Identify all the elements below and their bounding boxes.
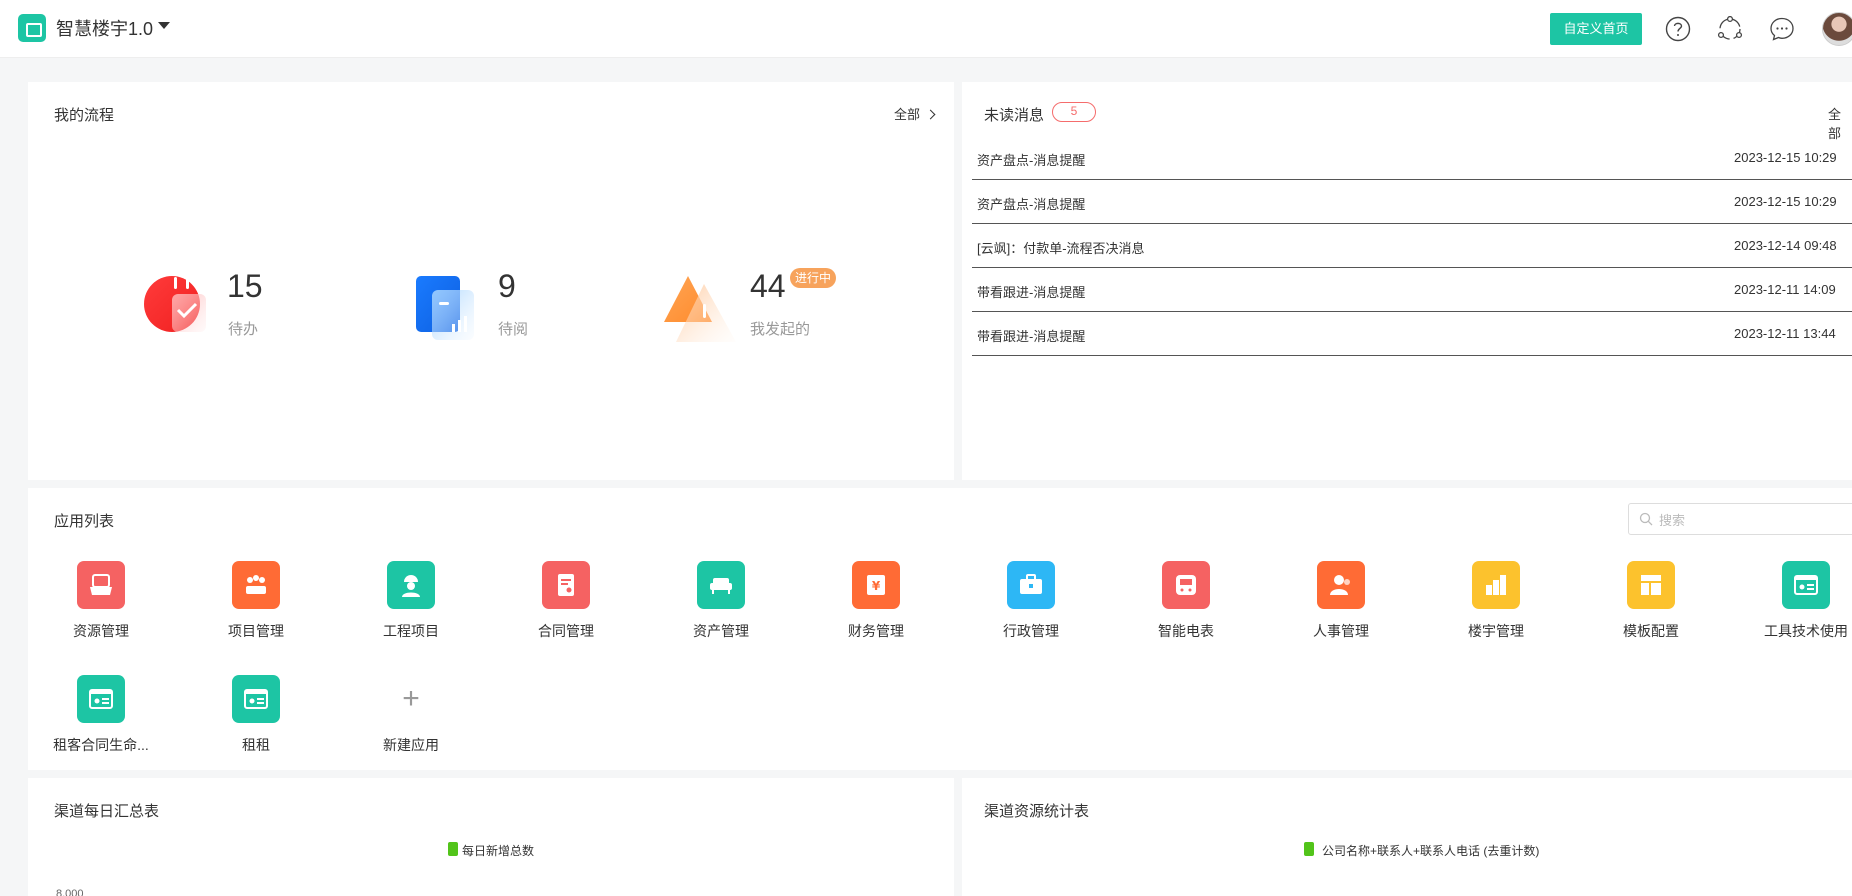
people-icon xyxy=(1317,561,1365,609)
todo-calendar-icon[interactable] xyxy=(144,274,210,340)
app-label: 租租 xyxy=(242,737,270,753)
user-avatar[interactable] xyxy=(1822,12,1852,46)
chevron-right-icon xyxy=(925,109,936,120)
search-icon xyxy=(1639,512,1653,526)
project-icon xyxy=(232,561,280,609)
chat-icon[interactable] xyxy=(1769,16,1795,42)
unread-count-badge: 5 xyxy=(1052,102,1096,122)
message-row[interactable]: [云飒]：付款单-流程否决消息 2023-12-14 09:48 xyxy=(972,224,1852,268)
channel-daily-chart-card: 渠道每日汇总表 xyxy=(28,778,954,896)
app-finance[interactable]: ¥ 财务管理 xyxy=(811,561,941,661)
legend-label[interactable]: 公司名称+联系人+联系人电话 (去重计数) xyxy=(1322,842,1539,859)
y-axis-tick: 8,000 xyxy=(56,888,84,896)
message-time: 2023-12-15 10:29 xyxy=(1734,194,1837,209)
app-label: 资源管理 xyxy=(73,623,129,639)
search-field[interactable] xyxy=(1659,510,1839,530)
app-hr[interactable]: 人事管理 xyxy=(1276,561,1406,661)
legend-swatch xyxy=(448,842,458,856)
app-asset[interactable]: 资产管理 xyxy=(656,561,786,661)
briefcase-icon xyxy=(1007,561,1055,609)
app-tools[interactable]: 工具技术使用 xyxy=(1741,561,1852,661)
initiated-triangle-icon[interactable] xyxy=(662,274,738,344)
message-time: 2023-12-15 10:29 xyxy=(1734,150,1837,165)
help-icon[interactable] xyxy=(1665,16,1691,42)
app-label: 财务管理 xyxy=(848,623,904,639)
app-label: 人事管理 xyxy=(1313,623,1369,639)
app-label: 租客合同生命... xyxy=(53,737,149,753)
process-title: 我的流程 xyxy=(54,107,115,124)
app-project[interactable]: 项目管理 xyxy=(191,561,321,661)
chart-title: 渠道每日汇总表 xyxy=(54,803,160,820)
app-admin[interactable]: 行政管理 xyxy=(966,561,1096,661)
card-icon xyxy=(1782,561,1830,609)
app-label: 合同管理 xyxy=(538,623,594,639)
app-zuzu[interactable]: 租租 xyxy=(191,675,321,775)
message-time: 2023-12-14 09:48 xyxy=(1734,238,1837,253)
app-label: 楼宇管理 xyxy=(1468,623,1524,639)
read-label[interactable]: 待阅 xyxy=(498,318,528,339)
app-building[interactable]: 楼宇管理 xyxy=(1431,561,1561,661)
todo-count: 15 xyxy=(227,268,263,304)
app-label: 新建应用 xyxy=(383,737,439,753)
message-title: 资产盘点-消息提醒 xyxy=(977,197,1086,212)
app-label: 模板配置 xyxy=(1623,623,1679,639)
engineer-icon xyxy=(387,561,435,609)
message-row[interactable]: 资产盘点-消息提醒 2023-12-15 10:29 xyxy=(972,180,1852,224)
initiated-count: 44 xyxy=(750,268,786,304)
initiated-label[interactable]: 我发起的 xyxy=(750,318,810,339)
app-smart-meter[interactable]: 智能电表 xyxy=(1121,561,1251,661)
process-all-link[interactable]: 全部 xyxy=(894,104,936,123)
app-label: 资产管理 xyxy=(693,623,749,639)
building-icon xyxy=(1472,561,1520,609)
message-title: 带看跟进-消息提醒 xyxy=(977,329,1086,344)
legend-label[interactable]: 每日新增总数 xyxy=(462,842,534,859)
messages-title: 未读消息 xyxy=(984,107,1045,124)
meter-icon xyxy=(1162,561,1210,609)
app-label: 工具技术使用 xyxy=(1764,623,1848,639)
message-row[interactable]: 带看跟进-消息提醒 2023-12-11 14:09 xyxy=(972,268,1852,312)
svg-text:¥: ¥ xyxy=(872,579,881,593)
read-document-icon[interactable] xyxy=(414,276,480,342)
app-search-input[interactable] xyxy=(1628,503,1852,535)
message-title: 带看跟进-消息提醒 xyxy=(977,285,1086,300)
asset-icon xyxy=(697,561,745,609)
in-progress-badge: 进行中 xyxy=(790,268,836,288)
message-time: 2023-12-11 13:44 xyxy=(1734,326,1836,341)
chart-title: 渠道资源统计表 xyxy=(984,803,1090,820)
finance-icon: ¥ xyxy=(852,561,900,609)
app-label: 智能电表 xyxy=(1158,623,1214,639)
app-contract[interactable]: 合同管理 xyxy=(501,561,631,661)
app-tenant-contract[interactable]: 租客合同生命... xyxy=(36,675,166,775)
message-title: 资产盘点-消息提醒 xyxy=(977,153,1086,168)
card-icon xyxy=(77,675,125,723)
channel-resource-chart-card: 渠道资源统计表 xyxy=(962,778,1852,896)
message-row[interactable]: 资产盘点-消息提醒 2023-12-15 10:29 xyxy=(972,136,1852,180)
app-list-title: 应用列表 xyxy=(54,513,115,530)
app-label: 项目管理 xyxy=(228,623,284,639)
app-resource[interactable]: 资源管理 xyxy=(36,561,166,661)
message-time: 2023-12-11 14:09 xyxy=(1734,282,1836,297)
template-icon xyxy=(1627,561,1675,609)
share-icon[interactable] xyxy=(1717,16,1743,42)
app-label: 行政管理 xyxy=(1003,623,1059,639)
top-header: 智慧楼宇1.0 自定义首页 xyxy=(0,0,1852,58)
app-logo-icon xyxy=(18,14,46,42)
card-icon xyxy=(232,675,280,723)
message-row[interactable]: 带看跟进-消息提醒 2023-12-11 13:44 xyxy=(972,312,1852,356)
customize-home-button[interactable]: 自定义首页 xyxy=(1550,13,1642,45)
app-title[interactable]: 智慧楼宇1.0 xyxy=(56,15,153,41)
plus-icon: + xyxy=(402,682,420,715)
new-app-button[interactable]: + 新建应用 xyxy=(346,675,476,775)
todo-label[interactable]: 待办 xyxy=(228,318,258,339)
resource-icon xyxy=(77,561,125,609)
read-count: 9 xyxy=(498,268,516,304)
contract-icon xyxy=(542,561,590,609)
chevron-down-icon[interactable] xyxy=(158,22,170,29)
message-title: [云飒]：付款单-流程否决消息 xyxy=(977,241,1145,256)
process-all-label: 全部 xyxy=(894,107,921,122)
app-label: 工程项目 xyxy=(383,623,439,639)
app-engineering[interactable]: 工程项目 xyxy=(346,561,476,661)
legend-swatch xyxy=(1304,842,1314,856)
app-template[interactable]: 模板配置 xyxy=(1586,561,1716,661)
